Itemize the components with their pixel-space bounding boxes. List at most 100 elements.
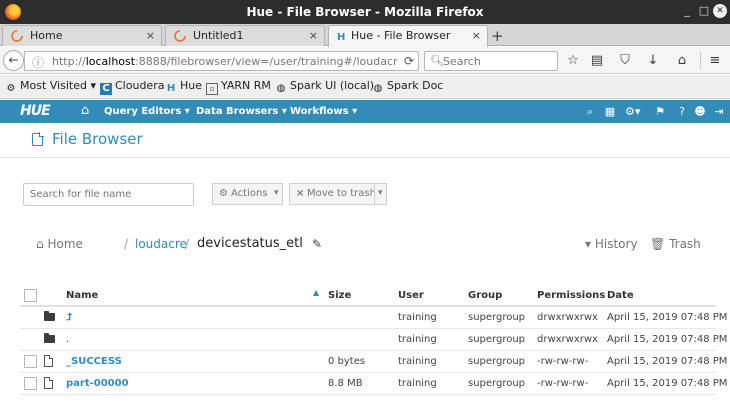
table-row[interactable]: part-00000 8.8 MB training supergroup -r… — [20, 373, 727, 395]
menu-query-editors[interactable]: Query Editors ▾ — [104, 106, 190, 117]
bookmark-yarn-rm[interactable]: ▫ YARN RM — [206, 79, 271, 95]
back-button[interactable]: ← — [3, 50, 24, 71]
trash-link[interactable]: 🗑︎ Trash — [650, 237, 701, 251]
hue-favicon: H — [337, 32, 345, 42]
file-search-input[interactable] — [23, 183, 194, 206]
file-date: April 15, 2019 07:48 PM — [607, 312, 728, 323]
bookmark-most-visited[interactable]: ⚙ Most Visited ▾ — [5, 79, 96, 95]
row-checkbox[interactable] — [24, 377, 37, 390]
actions-label: Actions — [231, 188, 268, 199]
cloudera-icon: C — [100, 83, 112, 95]
maximize-button[interactable]: □ — [697, 4, 711, 18]
file-icon — [32, 132, 44, 146]
file-user: training — [398, 378, 437, 389]
info-icon[interactable]: ⓘ — [32, 54, 44, 71]
browser-search-box[interactable]: 🔍︎ — [424, 51, 558, 71]
bookmark-star-icon[interactable]: ☆ — [565, 53, 581, 68]
breadcrumb-home[interactable]: ⌂ Home — [36, 237, 83, 251]
globe-icon: ◍ — [373, 83, 383, 94]
bookmark-cloudera[interactable]: C Cloudera — [100, 79, 164, 95]
file-permissions: -rw-rw-rw- — [537, 356, 589, 367]
gear-icon: ⚙ — [219, 188, 228, 199]
chevron-down-icon: ▾ — [90, 79, 96, 92]
column-header-permissions[interactable]: Permissions — [537, 290, 605, 301]
url-bar[interactable]: ⓘ http://localhost:8888/filebrowser/view… — [24, 51, 419, 71]
file-group: supergroup — [468, 378, 526, 389]
url-text[interactable]: http://localhost:8888/filebrowser/view=/… — [52, 55, 397, 68]
hamburger-menu-icon[interactable]: ≡ — [707, 53, 723, 68]
minimize-button[interactable]: _ — [680, 4, 694, 18]
user-icon[interactable]: ☻ — [693, 105, 707, 118]
bookmark-page-icon: ▫ — [206, 83, 218, 95]
tab-hue-file-browser[interactable]: H Hue - File Browser × — [328, 25, 488, 47]
reload-icon[interactable]: ⟳ — [404, 54, 414, 68]
actions-dropdown-button[interactable]: ⚙ Actions ▾ — [212, 183, 283, 205]
bookmark-spark-ui[interactable]: ◍ Spark UI (local) — [275, 79, 374, 95]
move-to-trash-button[interactable]: × Move to trash ▾ — [289, 183, 387, 205]
column-header-size[interactable]: Size — [328, 290, 351, 301]
help-icon[interactable]: ? — [675, 105, 689, 118]
menu-label: Workflows — [290, 106, 349, 117]
file-name-link[interactable]: ⮥ — [66, 312, 72, 323]
flag-icon[interactable]: ⚑ — [653, 105, 667, 118]
breadcrumb-separator: / — [185, 237, 190, 251]
column-header-user[interactable]: User — [398, 290, 424, 301]
file-name[interactable]: . — [66, 334, 69, 345]
row-checkbox[interactable] — [24, 355, 37, 368]
globe-icon: ◍ — [276, 83, 286, 94]
bookmark-spark-doc[interactable]: ◍ Spark Doc — [372, 79, 444, 95]
logout-icon[interactable]: ⇥ — [712, 105, 726, 118]
bookmark-hue[interactable]: H Hue — [165, 79, 202, 95]
folder-icon — [44, 311, 55, 321]
menu-workflows[interactable]: Workflows ▾ — [290, 106, 357, 117]
file-user: training — [398, 334, 437, 345]
download-icon[interactable]: ↓ — [645, 53, 661, 68]
tab-close-icon[interactable]: × — [146, 29, 155, 42]
tab-close-icon[interactable]: × — [472, 29, 481, 42]
file-permissions: drwxrwxrwx — [537, 312, 598, 323]
edit-path-pencil-icon[interactable]: ✎ — [312, 237, 322, 251]
window-close-button[interactable]: ✕ — [713, 4, 727, 18]
history-link[interactable]: ▾ History — [585, 237, 638, 251]
tab-close-icon[interactable]: × — [309, 29, 318, 42]
toolbar-divider — [700, 52, 701, 69]
breadcrumb-folder-loudacre[interactable]: loudacre — [135, 237, 187, 251]
table-row[interactable]: . training supergroup drwxrwxrwx April 1… — [20, 329, 727, 351]
reading-list-icon[interactable]: ▤ — [589, 53, 605, 68]
home-icon[interactable]: ⌂ — [81, 103, 89, 118]
select-all-checkbox[interactable] — [24, 289, 37, 302]
button-divider — [374, 184, 375, 204]
hue-logo[interactable]: HUE — [20, 103, 51, 119]
sort-ascending-icon[interactable]: ▲ — [313, 288, 319, 297]
tab-home[interactable]: Home × — [2, 25, 162, 46]
new-tab-button[interactable]: + — [491, 27, 504, 45]
bookmark-label: YARN RM — [221, 79, 271, 92]
table-row[interactable]: ⮥ training supergroup drwxrwxrwx April 1… — [20, 307, 727, 329]
browser-search-input[interactable] — [443, 54, 553, 69]
tab-untitled1[interactable]: Untitled1 × — [165, 25, 325, 46]
chevron-down-icon[interactable]: ▾ — [378, 188, 383, 198]
gear-icon: ⚙ — [6, 83, 16, 94]
search-icon[interactable]: ⌕ — [583, 105, 597, 119]
file-table: Name ▲ Size User Group Permissions Date … — [20, 285, 727, 395]
breadcrumb-home-label: Home — [47, 237, 83, 251]
column-header-group[interactable]: Group — [468, 290, 502, 301]
breadcrumb: ⌂ Home / loudacre / devicestatus_etl ✎ ▾… — [0, 233, 730, 257]
bookmarks-bar: ⚙ Most Visited ▾ C Cloudera H Hue ▫ YARN RM … — [0, 75, 730, 99]
file-date: April 15, 2019 07:48 PM — [607, 334, 728, 345]
search-icon: 🔍︎ — [430, 54, 444, 67]
trash-label: Trash — [669, 237, 701, 251]
settings-icon[interactable]: ⚙▾ — [625, 105, 640, 118]
file-user: training — [398, 356, 437, 367]
file-name-link[interactable]: _SUCCESS — [66, 356, 122, 367]
pocket-icon[interactable]: ⛉ — [617, 53, 633, 68]
home-icon[interactable]: ⌂ — [674, 53, 690, 68]
table-row[interactable]: _SUCCESS 0 bytes training supergroup -rw… — [20, 351, 727, 373]
menu-data-browsers[interactable]: Data Browsers ▾ — [196, 106, 287, 117]
tab-label: Hue - File Browser — [351, 29, 451, 42]
file-name-link[interactable]: part-00000 — [66, 378, 129, 389]
file-group: supergroup — [468, 334, 526, 345]
table-icon[interactable]: ▦ — [603, 105, 617, 118]
column-header-name[interactable]: Name — [66, 290, 98, 301]
column-header-date[interactable]: Date — [607, 290, 634, 301]
